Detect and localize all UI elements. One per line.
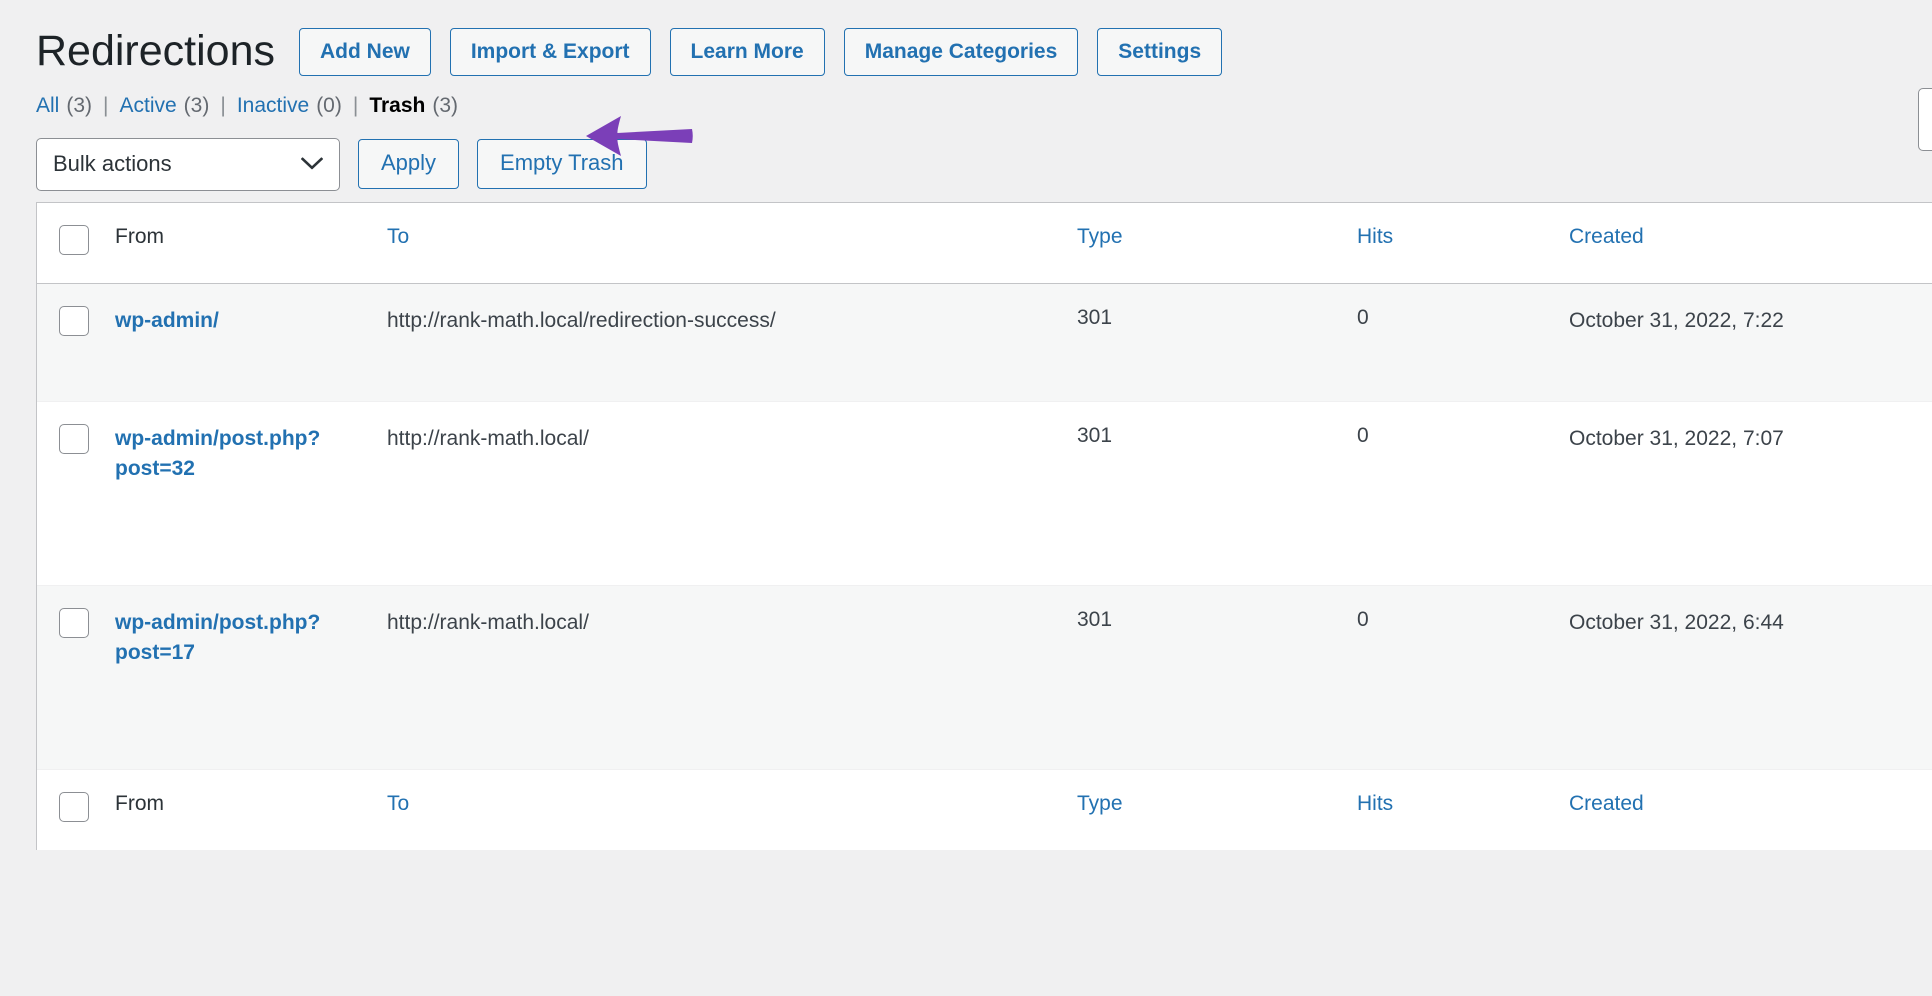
cell-type: 301 bbox=[1077, 608, 1113, 631]
table-body: wp-admin/ http://rank-math.local/redirec… bbox=[37, 283, 1932, 770]
select-all-footer bbox=[37, 769, 115, 850]
filter-count-all: (3) bbox=[66, 94, 93, 117]
table-header-row: From To Type Hits Created bbox=[37, 203, 1932, 284]
cell-from: wp-admin/post.php?post=17 bbox=[115, 586, 387, 770]
cell-type: 301 bbox=[1077, 424, 1113, 447]
row-checkbox[interactable] bbox=[59, 306, 89, 336]
cell-type: 301 bbox=[1077, 306, 1113, 329]
cell-created: October 31, 2022, 7:07 bbox=[1569, 427, 1784, 450]
bulk-actions-select[interactable]: Bulk actions bbox=[36, 137, 340, 191]
search-input[interactable] bbox=[1918, 88, 1932, 151]
redirection-source-link[interactable]: wp-admin/post.php?post=32 bbox=[115, 424, 373, 485]
select-all-checkbox-top[interactable] bbox=[59, 225, 89, 255]
column-header-hits: Hits bbox=[1357, 203, 1569, 284]
table-head: From To Type Hits Created bbox=[37, 203, 1932, 284]
column-header-type: Type bbox=[1077, 203, 1357, 284]
filter-separator: | bbox=[103, 94, 109, 117]
sort-link-type-footer[interactable]: Type bbox=[1077, 792, 1123, 815]
cell-to: http://rank-math.local/ bbox=[387, 611, 589, 634]
cell-hits: 0 bbox=[1357, 424, 1369, 447]
filter-separator: | bbox=[352, 94, 359, 117]
status-filter-links: All (3) | Active (3) | Inactive (0) | Tr… bbox=[0, 76, 1932, 118]
row-checkbox[interactable] bbox=[59, 608, 89, 638]
column-footer-created: Created bbox=[1569, 769, 1932, 850]
cell-to: http://rank-math.local/ bbox=[387, 427, 589, 450]
sort-link-hits-footer[interactable]: Hits bbox=[1357, 792, 1393, 815]
sort-link-to[interactable]: To bbox=[387, 225, 409, 248]
filter-count-inactive: (0) bbox=[316, 94, 342, 117]
column-footer-hits: Hits bbox=[1357, 769, 1569, 850]
filter-count-trash: (3) bbox=[432, 94, 459, 117]
table-foot: From To Type Hits Created bbox=[37, 769, 1932, 850]
column-footer-type: Type bbox=[1077, 769, 1357, 850]
cell-from: wp-admin/ bbox=[115, 284, 387, 402]
redirections-table-container: From To Type Hits Created wp-admin/ http… bbox=[36, 202, 1932, 850]
page-title: Redirections bbox=[36, 27, 275, 76]
cell-to: http://rank-math.local/redirection-succe… bbox=[387, 309, 776, 332]
table-footer-row: From To Type Hits Created bbox=[37, 769, 1932, 850]
filter-link-trash[interactable]: Trash bbox=[369, 94, 425, 118]
page-header: Redirections Add New Import & Export Lea… bbox=[0, 0, 1932, 77]
select-all-checkbox-bottom[interactable] bbox=[59, 792, 89, 822]
redirections-table: From To Type Hits Created wp-admin/ http… bbox=[37, 203, 1932, 850]
settings-button[interactable]: Settings bbox=[1097, 27, 1223, 77]
redirections-admin-page: Redirections Add New Import & Export Lea… bbox=[0, 0, 1932, 996]
sort-link-to-footer[interactable]: To bbox=[387, 792, 409, 815]
cell-hits: 0 bbox=[1357, 306, 1369, 329]
filter-link-inactive[interactable]: Inactive bbox=[237, 94, 309, 118]
cell-hits: 0 bbox=[1357, 608, 1369, 631]
table-row: wp-admin/ http://rank-math.local/redirec… bbox=[37, 283, 1932, 402]
sort-link-hits[interactable]: Hits bbox=[1357, 225, 1393, 248]
sort-link-created[interactable]: Created bbox=[1569, 225, 1644, 248]
table-navigation-top: Bulk actions Apply Empty Trash bbox=[0, 118, 1932, 191]
column-header-from: From bbox=[115, 203, 387, 284]
filter-separator: | bbox=[220, 94, 226, 117]
sort-link-created-footer[interactable]: Created bbox=[1569, 792, 1644, 815]
add-new-button[interactable]: Add New bbox=[299, 27, 431, 77]
row-select-cell bbox=[37, 402, 115, 586]
chevron-down-icon bbox=[301, 157, 323, 170]
cell-created: October 31, 2022, 7:22 bbox=[1569, 309, 1784, 332]
row-checkbox[interactable] bbox=[59, 424, 89, 454]
select-all-header bbox=[37, 203, 115, 284]
row-select-cell bbox=[37, 284, 115, 402]
sort-link-type[interactable]: Type bbox=[1077, 225, 1123, 248]
column-header-created: Created bbox=[1569, 203, 1932, 284]
filter-link-all[interactable]: All bbox=[36, 94, 59, 118]
filter-count-active: (3) bbox=[183, 94, 210, 117]
cell-from: wp-admin/post.php?post=32 bbox=[115, 402, 387, 586]
redirection-source-link[interactable]: wp-admin/ bbox=[115, 306, 219, 336]
empty-trash-button[interactable]: Empty Trash bbox=[477, 138, 647, 190]
bulk-actions-value: Bulk actions bbox=[53, 151, 172, 176]
redirection-source-link[interactable]: wp-admin/post.php?post=17 bbox=[115, 608, 373, 669]
cell-created: October 31, 2022, 6:44 bbox=[1569, 611, 1784, 634]
manage-categories-button[interactable]: Manage Categories bbox=[843, 27, 1079, 77]
column-footer-from: From bbox=[115, 769, 387, 850]
import-export-button[interactable]: Import & Export bbox=[449, 27, 651, 77]
apply-button[interactable]: Apply bbox=[358, 138, 460, 190]
row-select-cell bbox=[37, 586, 115, 770]
column-header-to: To bbox=[387, 203, 1077, 284]
learn-more-button[interactable]: Learn More bbox=[669, 27, 825, 77]
table-row: wp-admin/post.php?post=17 http://rank-ma… bbox=[37, 585, 1932, 770]
filter-link-active[interactable]: Active bbox=[119, 94, 176, 118]
column-footer-to: To bbox=[387, 769, 1077, 850]
table-row: wp-admin/post.php?post=32 http://rank-ma… bbox=[37, 402, 1932, 586]
